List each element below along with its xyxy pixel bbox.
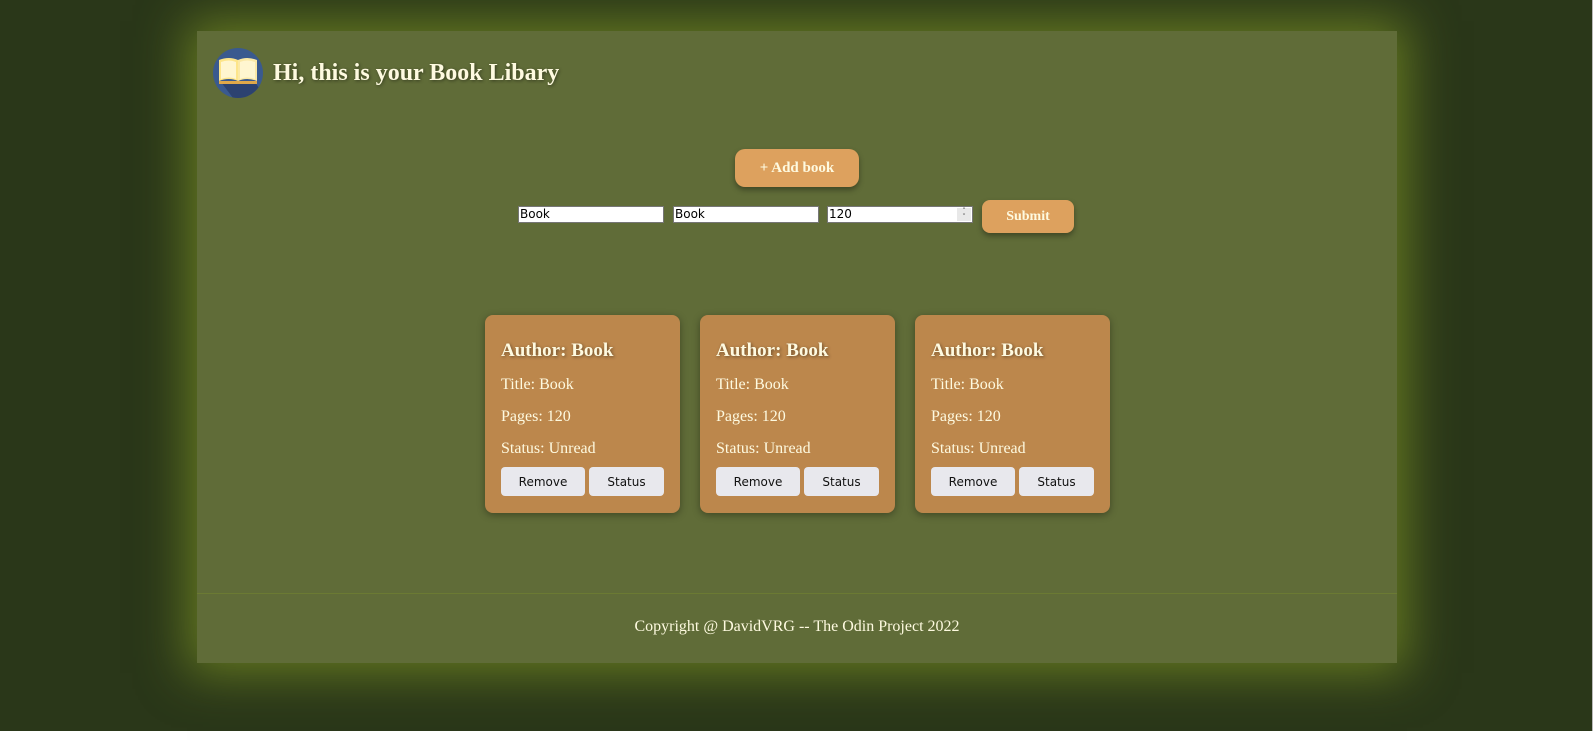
book-author: Author: Book [501,340,614,361]
library-app: Hi, this is your Book Libary + Add book … [197,31,1397,663]
number-spinner-icon[interactable]: ˄ ˅ [957,208,971,221]
header: Hi, this is your Book Libary [213,47,559,99]
footer-divider [197,593,1397,594]
pages-input-value: 120 [829,207,852,221]
status-button[interactable]: Status [1019,467,1094,496]
book-title: Title: Book [501,376,574,393]
book-title: Title: Book [716,376,789,393]
book-pages: Pages: 120 [716,408,786,425]
book-title: Title: Book [931,376,1004,393]
book-author: Author: Book [931,340,1044,361]
book-card: Author: Book Title: Book Pages: 120 Stat… [700,315,895,513]
book-status: Status: Unread [716,440,811,457]
book-card: Author: Book Title: Book Pages: 120 Stat… [485,315,680,513]
book-author: Author: Book [716,340,829,361]
page-title: Hi, this is your Book Libary [273,59,560,86]
footer-copyright: Copyright @ DavidVRG -- The Odin Project… [634,618,960,635]
remove-button[interactable]: Remove [931,467,1015,496]
status-button[interactable]: Status [589,467,664,496]
book-status: Status: Unread [931,440,1026,457]
book-pages: Pages: 120 [931,408,1001,425]
title-input[interactable]: Book [673,206,819,223]
book-card: Author: Book Title: Book Pages: 120 Stat… [915,315,1110,513]
pages-input[interactable]: 120 ˄ ˅ [827,206,973,223]
status-button[interactable]: Status [804,467,879,496]
submit-button[interactable]: Submit [982,200,1074,233]
remove-button[interactable]: Remove [716,467,800,496]
book-status: Status: Unread [501,440,596,457]
remove-button[interactable]: Remove [501,467,585,496]
add-book-button[interactable]: + Add book [735,149,859,187]
book-pages: Pages: 120 [501,408,571,425]
author-input[interactable]: Book [518,206,664,223]
open-book-icon [213,48,263,98]
